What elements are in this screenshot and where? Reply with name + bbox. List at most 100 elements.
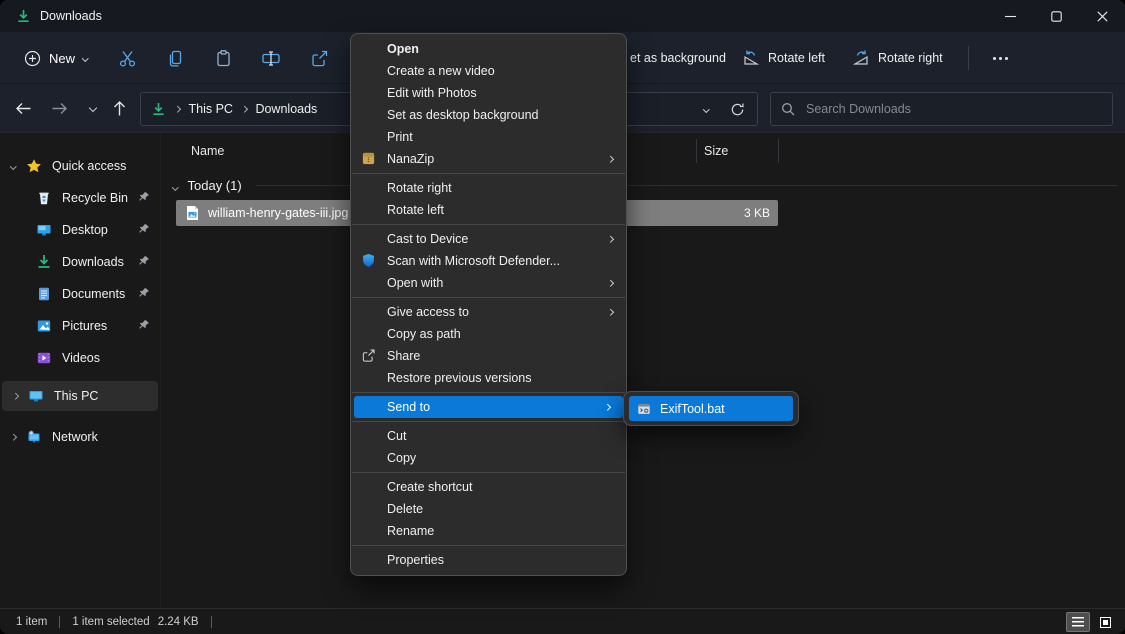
more-options-button[interactable] xyxy=(980,40,1020,76)
column-divider[interactable] xyxy=(696,139,697,163)
network-icon xyxy=(26,429,42,445)
sidebar-item-downloads[interactable]: Downloads xyxy=(0,247,160,277)
breadcrumb-downloads[interactable]: Downloads xyxy=(255,102,317,116)
menu-item-print[interactable]: Print xyxy=(351,126,626,148)
rename-button[interactable] xyxy=(247,40,295,76)
pin-icon[interactable] xyxy=(138,319,150,331)
group-header-today[interactable]: Today (1) xyxy=(161,173,1125,197)
sidebar-item-quick-access[interactable]: Quick access xyxy=(0,151,160,181)
menu-item-send-to[interactable]: Send to xyxy=(354,396,623,418)
column-header-name[interactable]: Name xyxy=(191,144,224,158)
search-icon xyxy=(781,102,795,116)
submenu-arrow-icon xyxy=(607,280,613,286)
rotate-left-label: Rotate left xyxy=(768,51,825,65)
close-button[interactable] xyxy=(1079,0,1125,32)
menu-item-share[interactable]: Share xyxy=(351,345,626,367)
share-button[interactable] xyxy=(295,40,343,76)
desktop-icon xyxy=(36,222,52,238)
menu-item-rotate-right[interactable]: Rotate right xyxy=(351,177,626,199)
menu-item-edit-with-photos[interactable]: Edit with Photos xyxy=(351,82,626,104)
sidebar-item-network[interactable]: Network xyxy=(0,422,160,452)
address-dropdown-chevron-icon[interactable] xyxy=(703,106,709,112)
group-chevron-icon[interactable] xyxy=(172,184,178,190)
submenu-arrow-icon xyxy=(607,156,613,162)
plus-circle-icon xyxy=(24,50,41,67)
details-view-button[interactable] xyxy=(1066,612,1090,632)
sidebar-item-videos[interactable]: Videos xyxy=(0,343,160,373)
share-icon xyxy=(361,348,377,364)
refresh-button[interactable] xyxy=(730,102,745,117)
submenu-item-label: ExifTool.bat xyxy=(660,402,725,416)
menu-item-delete[interactable]: Delete xyxy=(351,498,626,520)
submenu-arrow-icon xyxy=(607,309,613,315)
sidebar-item-desktop[interactable]: Desktop xyxy=(0,215,160,245)
forward-button[interactable] xyxy=(43,92,75,124)
menu-item-rotate-left[interactable]: Rotate left xyxy=(351,199,626,221)
large-icons-view-button[interactable] xyxy=(1093,612,1117,632)
expand-chevron-icon[interactable] xyxy=(10,434,16,440)
send-to-submenu: ExifTool.bat xyxy=(623,391,799,426)
share-icon xyxy=(310,49,329,68)
paste-button[interactable] xyxy=(199,40,247,76)
menu-item-create-shortcut[interactable]: Create shortcut xyxy=(351,476,626,498)
menu-item-cut[interactable]: Cut xyxy=(351,425,626,447)
videos-icon xyxy=(36,350,52,366)
menu-item-set-as-desktop-background[interactable]: Set as desktop background xyxy=(351,104,626,126)
menu-item-properties[interactable]: Properties xyxy=(351,549,626,571)
cut-button[interactable] xyxy=(103,40,151,76)
submenu-item-exiftool-bat[interactable]: ExifTool.bat xyxy=(629,396,793,421)
sidebar-item-label: Quick access xyxy=(52,159,126,173)
search-box[interactable] xyxy=(770,92,1113,126)
menu-item-nanazip[interactable]: NanaZip xyxy=(351,148,626,170)
column-header-size[interactable]: Size xyxy=(704,144,728,158)
quick-access-chevron-icon[interactable] xyxy=(10,163,16,169)
back-button[interactable] xyxy=(7,92,39,124)
menu-separator xyxy=(352,472,625,473)
new-button[interactable]: New xyxy=(14,40,98,76)
search-input[interactable] xyxy=(804,101,1102,117)
image-file-icon xyxy=(185,205,200,221)
menu-item-open[interactable]: Open xyxy=(351,38,626,60)
sidebar-item-documents[interactable]: Documents xyxy=(0,279,160,309)
menu-item-copy-as-path[interactable]: Copy as path xyxy=(351,323,626,345)
file-list-pane: Name Size Today (1) william-henry-gates-… xyxy=(160,133,1125,608)
maximize-button[interactable] xyxy=(1033,0,1079,32)
menu-separator xyxy=(352,392,625,393)
menu-item-create-a-new-video[interactable]: Create a new video xyxy=(351,60,626,82)
column-divider[interactable] xyxy=(778,139,779,163)
menu-item-give-access-to[interactable]: Give access to xyxy=(351,301,626,323)
menu-item-copy[interactable]: Copy xyxy=(351,447,626,469)
set-as-background-label[interactable]: et as background xyxy=(630,32,726,84)
sidebar-item-label: Pictures xyxy=(62,319,107,333)
breadcrumb-chevron-icon xyxy=(174,106,180,112)
rotate-right-button[interactable]: Rotate right xyxy=(852,40,943,76)
sidebar-item-pictures[interactable]: Pictures xyxy=(0,311,160,341)
expand-chevron-icon[interactable] xyxy=(12,393,18,399)
menu-item-scan-with-microsoft-defender[interactable]: Scan with Microsoft Defender... xyxy=(351,250,626,272)
sidebar-item-recycle-bin[interactable]: Recycle Bin xyxy=(0,183,160,213)
pin-icon[interactable] xyxy=(138,191,150,203)
copy-icon xyxy=(166,49,185,68)
pin-icon[interactable] xyxy=(138,287,150,299)
sidebar-item-label: Network xyxy=(52,430,98,444)
pin-icon[interactable] xyxy=(138,255,150,267)
pin-icon[interactable] xyxy=(138,223,150,235)
menu-item-cast-to-device[interactable]: Cast to Device xyxy=(351,228,626,250)
up-button[interactable] xyxy=(103,92,135,124)
file-explorer-window: Downloads New et as background Rotate le… xyxy=(0,0,1125,634)
breadcrumb-this-pc[interactable]: This PC xyxy=(189,102,233,116)
sidebar-item-this-pc[interactable]: This PC xyxy=(2,381,158,411)
recycle-bin-icon xyxy=(36,190,52,206)
copy-button[interactable] xyxy=(151,40,199,76)
menu-item-rename[interactable]: Rename xyxy=(351,520,626,542)
large-icons-view-icon xyxy=(1100,617,1111,628)
menu-item-restore-previous-versions[interactable]: Restore previous versions xyxy=(351,367,626,389)
minimize-button[interactable] xyxy=(987,0,1033,32)
rotate-right-label: Rotate right xyxy=(878,51,943,65)
menu-item-open-with[interactable]: Open with xyxy=(351,272,626,294)
sidebar-item-label: Videos xyxy=(62,351,100,365)
maximize-icon xyxy=(1051,11,1062,22)
rotate-left-button[interactable]: Rotate left xyxy=(742,40,825,76)
recent-locations-chevron-icon xyxy=(89,104,97,112)
menu-separator xyxy=(352,297,625,298)
